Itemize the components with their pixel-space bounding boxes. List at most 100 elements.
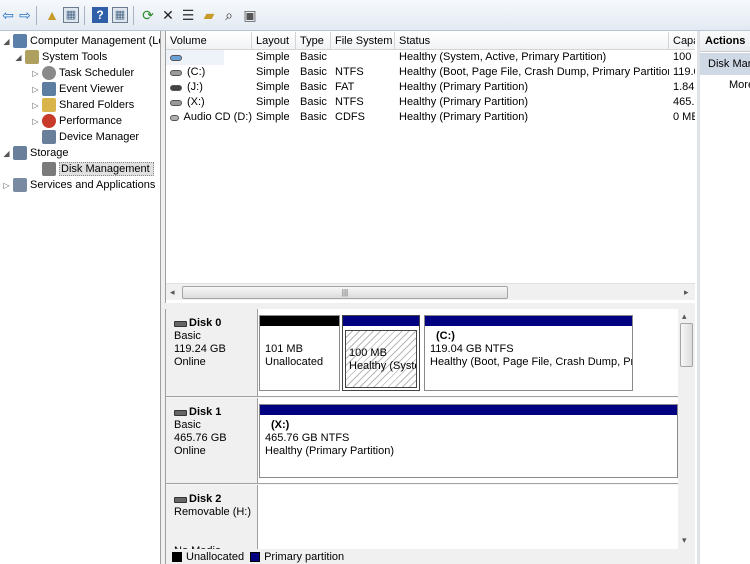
volume-row[interactable]: (X:) Simple Basic NTFS Healthy (Primary Part… [166,95,695,110]
scroll-up-arrow-icon[interactable]: ▴ [682,311,687,322]
tree-item-disk-management[interactable]: Disk Management [31,161,154,177]
partition-color-bar [260,405,677,415]
navigation-tree: ◢ Computer Management (Local ◢ System Tools… [0,31,161,564]
performance-icon [42,114,56,128]
tree-item-services-and-applications[interactable]: ▷ Services and Applications [2,177,155,193]
disk-name-text: Disk 0 [189,317,222,329]
expand-arrow-icon[interactable]: ▷ [31,81,40,97]
volume-capacity: 0 ME [673,111,695,123]
partition-desc: Healthy (Syste [349,360,417,372]
column-volume[interactable]: Volume [166,32,252,50]
no-expander [31,129,40,145]
tree-item-system-tools[interactable]: ◢ System Tools [14,49,107,65]
partition-c-primary[interactable]: (C:) 119.04 GB NTFS Healthy (Boot, Page Fi… [424,315,633,391]
clock-icon [42,66,56,80]
help-icon[interactable]: ? [92,7,108,23]
disk-view-vertical-scrollbar[interactable]: ▴ ▾ [678,309,695,549]
disk-name: Disk 2 [174,493,257,506]
column-capacity[interactable]: Capa [669,32,695,50]
tree-item-event-viewer[interactable]: ▷ Event Viewer [31,81,124,97]
disk-state: Online [174,445,206,457]
refresh-icon[interactable]: ⟳ [140,7,156,23]
tree-item-device-manager[interactable]: Device Manager [31,129,139,145]
partition-size: 101 MB [265,343,303,355]
find-icon[interactable]: ⌕ [221,7,237,23]
volume-row[interactable]: Simple Basic Healthy (System, Active, Prim… [166,50,695,65]
expand-arrow-icon[interactable]: ▷ [31,113,40,129]
expand-arrow-icon[interactable]: ▷ [31,97,40,113]
disk-view-scroll-thumb[interactable] [680,323,693,367]
disk-row-2[interactable]: Disk 2Removable (H:)No Media [166,485,678,549]
partition-title-spacer [349,334,413,347]
scroll-thumb[interactable]: ||| [182,286,508,299]
volume-row[interactable]: (J:) Simple Basic FAT Healthy (Primary Parti… [166,80,695,95]
partition-desc: Unallocated [265,356,324,368]
volume-type: Basic [300,81,327,93]
forward-arrow-icon[interactable]: ⇨ [17,7,33,23]
volume-type: Basic [300,66,327,78]
partition-details: 101 MB Unallocated [260,326,339,390]
disk-state: Online [174,356,206,368]
legend: Unallocated Primary partition [165,549,695,564]
expand-arrow-icon[interactable]: ▷ [31,65,40,81]
partition-details: 100 MB Healthy (Syste [345,330,417,388]
volume-file-system: NTFS [335,66,364,78]
scroll-left-arrow-icon[interactable]: ◂ [170,287,175,298]
disk-name-text: Disk 2 [189,493,222,505]
show-hide-action-pane-icon[interactable]: ▦ [112,7,128,23]
collapse-arrow-icon[interactable]: ◢ [14,49,23,65]
tree-item-performance[interactable]: ▷ Performance [31,113,122,129]
actions-section-disk-management[interactable]: Disk Manag [700,53,750,75]
disk-label[interactable]: Disk 2Removable (H:)No Media [166,485,258,549]
shared-folder-icon [42,98,56,112]
partition-x-primary[interactable]: (X:) 465.76 GB NTFS Healthy (Primary Parti… [259,404,678,478]
disk-label[interactable]: Disk 0 Basic 119.24 GB Online [166,309,258,396]
disk-row-0[interactable]: Disk 0 Basic 119.24 GB Online 101 MB Unalloca… [166,309,678,397]
tree-item-label: Task Scheduler [59,67,135,79]
tree-item-storage[interactable]: ◢ Storage [2,145,69,161]
volume-name: (C:) [166,65,252,80]
disk-row-1[interactable]: Disk 1 Basic 465.76 GB Online (X:) 465.76 GB … [166,398,678,484]
volume-name-text: (J:) [187,81,203,93]
volume-list-horizontal-scrollbar[interactable]: ◂ ||| ▸ [166,283,695,300]
primary-partition-swatch [250,551,261,562]
expand-arrow-icon[interactable]: ▷ [2,177,11,193]
collapse-arrow-icon[interactable]: ◢ [2,33,11,49]
delete-icon[interactable]: ✕ [160,7,176,23]
volume-row[interactable]: (C:) Simple Basic NTFS Healthy (Boot, Page F… [166,65,695,80]
volume-capacity: 1.84 [673,81,695,93]
back-arrow-icon[interactable]: ⇦ [0,7,16,23]
volume-file-system: NTFS [335,96,364,108]
disk-name: Disk 0 [174,317,257,330]
column-layout[interactable]: Layout [252,32,296,50]
tree-item-shared-folders[interactable]: ▷ Shared Folders [31,97,134,113]
properties-icon[interactable]: ☰ [180,7,196,23]
volume-name-text: Audio CD (D:) [183,111,252,123]
column-file-system[interactable]: File System [331,32,395,50]
partition-title: (C:) [436,330,455,342]
tree-item-label: Disk Management [59,162,154,176]
column-type[interactable]: Type [296,32,331,50]
show-hide-tree-icon[interactable]: ▦ [63,7,79,23]
open-folder-icon[interactable]: ▰ [201,7,217,23]
tree-item-computer-management-local[interactable]: ◢ Computer Management (Local [2,33,160,49]
disk-properties-icon[interactable]: ▣ [242,7,258,23]
storage-icon [13,146,27,160]
column-status[interactable]: Status [395,32,669,50]
disk-type: Basic [174,330,201,342]
tree-item-label: Device Manager [59,131,140,143]
volume-row[interactable]: Audio CD (D:) Simple Basic CDFS Healthy (Pri… [166,110,695,125]
scroll-down-arrow-icon[interactable]: ▾ [682,535,687,546]
disk-label[interactable]: Disk 1 Basic 465.76 GB Online [166,398,258,483]
collapse-arrow-icon[interactable]: ◢ [2,145,11,161]
removable-drive-icon [170,84,182,91]
partition-unallocated[interactable]: 101 MB Unallocated [259,315,340,391]
disk-size: 465.76 GB [174,432,227,444]
actions-more-link[interactable]: More [700,75,750,95]
volume-name-text: (X:) [187,96,205,108]
up-folder-icon[interactable]: ▲ [44,7,60,23]
device-manager-icon [42,130,56,144]
partition-primary-selected[interactable]: 100 MB Healthy (Syste [342,315,420,391]
tree-item-task-scheduler[interactable]: ▷ Task Scheduler [31,65,134,81]
scroll-right-arrow-icon[interactable]: ▸ [684,287,689,298]
